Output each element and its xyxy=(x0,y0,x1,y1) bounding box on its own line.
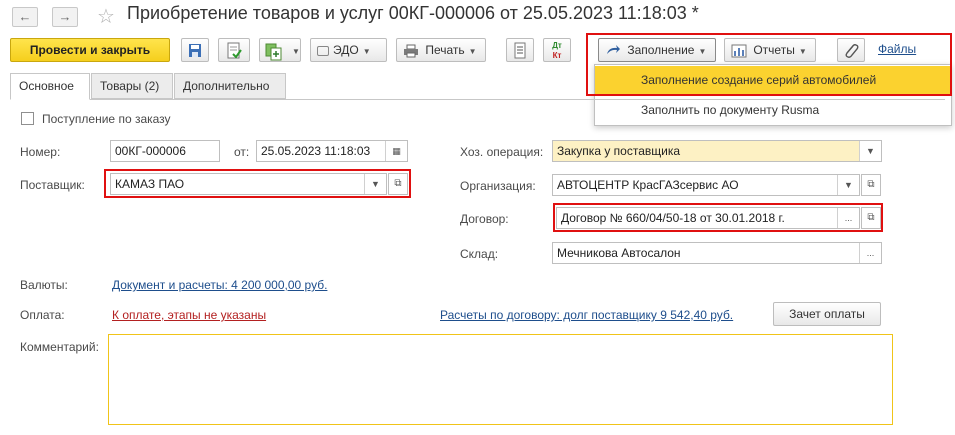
fill-menu-highlight-box xyxy=(586,33,952,96)
dt-label: Дт xyxy=(552,41,562,50)
supplier-label: Поставщик: xyxy=(20,178,85,192)
printer-icon xyxy=(404,44,418,58)
payment-link[interactable]: К оплате, этапы не указаны xyxy=(112,308,266,322)
contract-label: Договор: xyxy=(460,212,509,226)
back-button[interactable]: ← xyxy=(12,7,38,27)
operation-dropdown-icon[interactable]: ▼ xyxy=(859,141,881,161)
tab-additional[interactable]: Дополнительно xyxy=(174,73,286,99)
warehouse-field[interactable]: Мечникова Автосалон ... xyxy=(552,242,882,264)
currency-label: Валюты: xyxy=(20,278,68,292)
save-button[interactable] xyxy=(181,38,209,62)
date-field[interactable]: 25.05.2023 11:18:03 ▦ xyxy=(256,140,408,162)
chevron-down-icon: ▼ xyxy=(362,47,371,56)
print-button[interactable]: Печать ▼ xyxy=(396,38,486,62)
date-label: от: xyxy=(234,145,250,159)
post-document-icon xyxy=(227,42,242,59)
date-value: 25.05.2023 11:18:03 xyxy=(261,144,371,158)
by-order-label: Поступление по заказу xyxy=(42,112,171,126)
comment-label: Комментарий: xyxy=(20,340,99,354)
menu-item-fill-rusma[interactable]: Заполнить по документу Rusma xyxy=(595,96,951,124)
supplier-highlight-box xyxy=(104,169,411,198)
organization-open-icon[interactable]: ⧉ xyxy=(861,174,881,196)
organization-value: АВТОЦЕНТР КрасГАЗсервис АО xyxy=(557,178,739,192)
calendar-icon[interactable]: ▦ xyxy=(385,141,407,161)
comment-textarea[interactable] xyxy=(108,334,893,425)
number-label: Номер: xyxy=(20,145,61,159)
edo-label: ЭДО xyxy=(333,43,359,57)
tab-divider xyxy=(10,99,945,100)
kt-label: Кт xyxy=(552,51,562,60)
chevron-down-icon: ▼ xyxy=(292,47,300,56)
post-and-close-button[interactable]: Провести и закрыть xyxy=(10,38,170,62)
post-button[interactable] xyxy=(218,38,250,62)
contract-highlight-box xyxy=(553,203,883,232)
currency-link[interactable]: Документ и расчеты: 4 200 000,00 руб. xyxy=(112,278,327,292)
page-title: Приобретение товаров и услуг 00КГ-000006… xyxy=(127,3,699,23)
payment-label: Оплата: xyxy=(20,308,65,322)
organization-dropdown-icon[interactable]: ▼ xyxy=(837,175,859,195)
organization-field[interactable]: АВТОЦЕНТР КрасГАЗсервис АО ▼ xyxy=(552,174,860,196)
number-field[interactable]: 00КГ-000006 xyxy=(110,140,220,162)
tab-goods[interactable]: Товары (2) xyxy=(91,73,173,99)
dt-kt-button[interactable]: Дт Кт xyxy=(543,38,571,62)
favorite-star-icon[interactable]: ☆ xyxy=(97,4,115,29)
warehouse-value: Мечникова Автосалон xyxy=(557,246,681,260)
offset-payment-button[interactable]: Зачет оплаты xyxy=(773,302,881,326)
operation-field[interactable]: Закупка у поставщика ▼ xyxy=(552,140,882,162)
tab-main[interactable]: Основное xyxy=(10,73,90,100)
create-based-on-icon xyxy=(265,43,282,61)
save-icon xyxy=(189,43,201,57)
warehouse-label: Склад: xyxy=(460,247,499,261)
operation-value: Закупка у поставщика xyxy=(557,144,681,158)
edo-button[interactable]: ЭДО ▼ xyxy=(310,38,387,62)
print-label: Печать xyxy=(425,43,465,57)
organization-label: Организация: xyxy=(460,179,536,193)
edo-icon xyxy=(317,45,329,56)
forward-button[interactable]: → xyxy=(52,7,78,27)
list-document-icon xyxy=(514,42,526,59)
operation-label: Хоз. операция: xyxy=(460,145,544,159)
structure-button[interactable] xyxy=(506,38,534,62)
warehouse-select-button[interactable]: ... xyxy=(859,243,881,263)
chevron-down-icon: ▼ xyxy=(468,47,477,56)
settlements-link[interactable]: Расчеты по договору: долг поставщику 9 5… xyxy=(440,308,733,322)
by-order-checkbox[interactable] xyxy=(21,112,34,125)
create-based-on-button[interactable]: ▼ xyxy=(259,38,301,62)
